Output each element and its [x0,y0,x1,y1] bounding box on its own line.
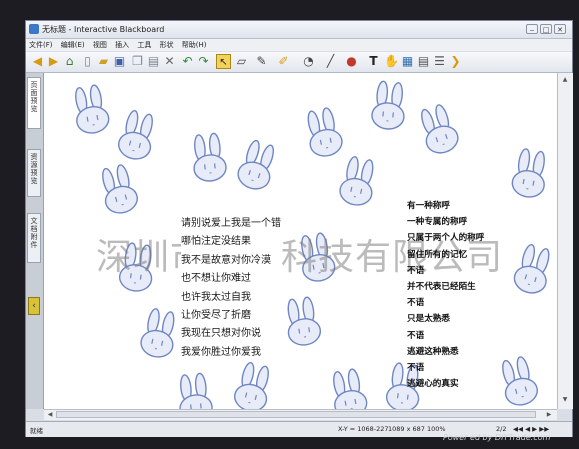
save-icon[interactable]: ▣ [112,54,127,69]
app-icon [29,24,39,34]
horizontal-scrollbar[interactable]: ◀ ▶ [44,409,557,420]
menu-bar: 文件(F) 编辑(E) 视图 插入 工具 形状 帮助(H) [26,39,572,51]
menu-help[interactable]: 帮助(H) [179,39,210,51]
forward-arrow-icon[interactable]: ▶ [46,54,61,69]
minimize-icon[interactable]: ‒ [526,24,538,34]
status-ready: 就绪 [30,427,43,435]
image-icon[interactable]: ▦ [400,54,415,69]
next-icon[interactable]: ❯ [448,54,463,69]
poem-left-line: 也许我太过自我 [181,291,251,303]
text-icon[interactable]: T [366,54,381,69]
line-icon[interactable]: ╱ [323,54,338,69]
powered-by-credit: Power ed by DIYTrade.com [443,433,551,442]
poem-right-line: 不语 [407,363,425,374]
poem-left-line: 也不想让你难过 [181,273,251,285]
color-icon[interactable]: ● [344,54,359,69]
status-page-number: 2/2 [496,425,507,433]
layers-icon[interactable]: ☰ [432,54,447,69]
new-page-icon[interactable]: ▯ [80,54,95,69]
poem-right-line: 不语 [407,330,425,341]
bunny-decoration [193,132,227,182]
table-icon[interactable]: ▤ [416,54,431,69]
poem-right-line: 留住所有的记忆 [407,249,468,260]
open-folder-icon[interactable]: ▰ [96,54,111,69]
undo-icon[interactable]: ↶ [180,54,195,69]
eraser-icon[interactable]: ▱ [234,54,249,69]
close-icon[interactable]: ✕ [554,24,566,34]
poem-right-line: 一种专属的称呼 [407,217,468,228]
bunny-decoration [287,296,322,346]
bunny-decoration [333,368,368,409]
redo-icon[interactable]: ↷ [196,54,211,69]
bunny-decoration [179,372,213,409]
poem-left-line: 哪怕注定没结果 [181,236,251,248]
poem-left-line: 请别说爱上我是一个错 [181,218,281,229]
poem-right-line: 不语 [407,298,425,309]
paste-icon[interactable]: ▤ [146,54,161,69]
poem-right-line: 有一种称呼 [407,201,450,211]
bunny-decoration [102,164,138,214]
left-sidebar: 页面预览 资源预览 文档附件 ‹ [26,73,44,409]
menu-edit[interactable]: 编辑(E) [58,39,88,51]
poem-right-line: 并不代表已经陌生 [407,282,476,293]
sidebar-collapse-button[interactable]: ‹ [28,297,40,315]
poem-left-line: 我不是故意对你冷漠 [181,254,271,266]
poem-right: 有一种称呼 一种专属的称呼 只属于两个人的称呼 留住所有的记忆 不语 并不代表已… [407,198,519,392]
poem-right-line: 只属于两个人的称呼 [407,233,485,244]
menu-shapes[interactable]: 形状 [157,39,177,51]
scroll-left-icon[interactable]: ◀ [45,410,55,420]
tab-resource-preview[interactable]: 资源预览 [27,149,41,197]
bunny-decoration [371,80,405,130]
scroll-down-icon[interactable]: ▼ [560,395,570,405]
poem-left-line: 我爱你胜过你爱我 [181,346,261,358]
home-icon[interactable]: ⌂ [62,54,77,69]
bunny-decoration [75,84,110,134]
window-title: 无标题 - Interactive Blackboard [42,25,165,34]
whiteboard-canvas[interactable]: 深圳市新涛科技有限公司 请别说爱上我是一个错 哪怕注定没结果 我不是故意对你冷漠… [44,73,557,409]
status-coordinates: X-Y = 1068-227 [338,425,389,433]
bunny-decoration [511,148,545,198]
delete-icon[interactable]: ✕ [162,54,177,69]
poem-left-line: 我现在只想对你说 [181,328,261,340]
bunny-decoration [118,110,153,160]
back-arrow-icon[interactable]: ◀ [30,54,45,69]
horizontal-scroll-thumb[interactable] [56,411,536,418]
select-cursor-icon[interactable]: ↖ [216,54,231,69]
maximize-icon[interactable]: □ [540,24,552,34]
fill-icon[interactable]: ◔ [301,54,316,69]
bunny-decoration [140,308,175,358]
menu-view[interactable]: 视图 [90,39,110,51]
tab-document-attachments[interactable]: 文档附件 [27,213,41,263]
poem-right-line: 只是太熟悉 [407,314,450,325]
poem-left: 请别说爱上我是一个错 哪怕注定没结果 我不是故意对你冷漠 也不想让你难过 也许我… [181,215,281,363]
bunny-decoration [234,362,269,409]
scroll-right-icon[interactable]: ▶ [544,410,554,420]
poem-right-line: 不语 [407,265,425,276]
vertical-scrollbar[interactable]: ▲ ▼ [557,73,573,409]
poem-right-line: 逃避心的真实 [407,379,459,390]
poem-left-line: 让你受尽了折磨 [181,310,251,322]
pen-icon[interactable]: ✎ [254,54,269,69]
scroll-up-icon[interactable]: ▲ [560,75,570,85]
status-page-size: 1089 x 687 100% [388,425,446,433]
hand-icon[interactable]: ✋ [384,54,399,69]
bunny-decoration [421,104,459,154]
bunny-decoration [237,139,274,190]
highlighter-icon[interactable]: ✐ [276,54,291,69]
menu-file[interactable]: 文件(F) [26,39,56,51]
page-navigation[interactable]: ◀◀ ◀ ▶ ▶▶ [513,425,549,433]
tab-page-preview[interactable]: 页面预览 [27,77,41,129]
copy-icon[interactable]: ❐ [130,54,145,69]
poem-right-line: 逃避这种熟悉 [407,346,459,357]
toolbar: ◀ ▶ ⌂ ▯ ▰ ▣ ❐ ▤ ✕ ↶ ↷ ↖ ▱ ✎ ✐ ◔ ╱ ● T ✋ … [26,52,572,73]
app-window: 无标题 - Interactive Blackboard ‒ □ ✕ 文件(F)… [25,20,573,437]
menu-insert[interactable]: 插入 [112,39,132,51]
bunny-decoration [339,156,374,206]
menu-tools[interactable]: 工具 [134,39,154,51]
title-bar[interactable]: 无标题 - Interactive Blackboard ‒ □ ✕ [26,21,572,39]
